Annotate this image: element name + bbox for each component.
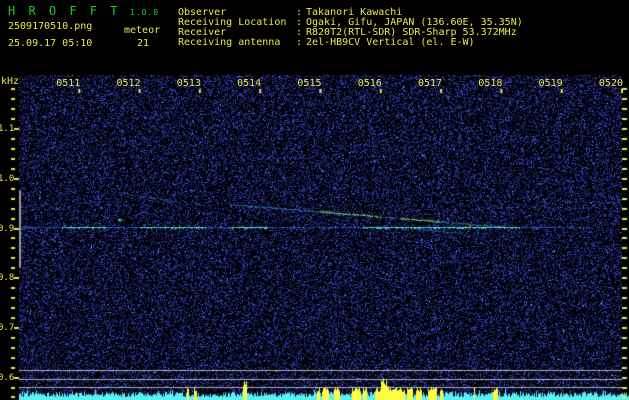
time-tick-label: 0512 bbox=[116, 78, 141, 89]
freq-tick-label: 0.9 bbox=[0, 223, 15, 234]
meteor-count: 21 bbox=[137, 38, 150, 49]
info-value: 2el-HB9CV Vertical (el. E-W) bbox=[306, 37, 475, 48]
station-info: Observer: Takanori Kawachi Receiving Locat… bbox=[178, 8, 523, 48]
time-tick-label: 0513 bbox=[176, 78, 201, 89]
spectrogram-canvas bbox=[0, 0, 629, 400]
freq-tick-label: 0.8 bbox=[0, 273, 15, 284]
time-tick-label: 0511 bbox=[56, 78, 81, 89]
observation-datetime: 25.09.17 05:10 bbox=[8, 38, 93, 49]
station-info-row: Receiving antenna:2el-HB9CV Vertical (el… bbox=[178, 38, 523, 48]
frequency-unit-label: kHz bbox=[1, 76, 20, 87]
time-tick-label: 0518 bbox=[478, 78, 503, 89]
mode-label: meteor bbox=[124, 25, 161, 36]
hrofft-window: H R O F F T 1.0.0 2509170510.png meteor … bbox=[0, 0, 629, 400]
output-filename: 2509170510.png bbox=[8, 21, 93, 32]
freq-tick-label: 1.1 bbox=[0, 124, 15, 135]
time-tick-label: 0516 bbox=[357, 78, 382, 89]
time-tick-label: 0520 bbox=[598, 78, 623, 89]
info-label: Receiving antenna bbox=[178, 37, 281, 48]
time-tick-label: 0519 bbox=[538, 78, 563, 89]
info-separator: : bbox=[296, 37, 303, 48]
time-tick-label: 0514 bbox=[237, 78, 262, 89]
time-tick-label: 0517 bbox=[418, 78, 443, 89]
app-version: 1.0.0 bbox=[130, 8, 160, 17]
freq-tick-label: 1.0 bbox=[0, 173, 15, 184]
freq-tick-label: 0.7 bbox=[0, 322, 15, 333]
time-tick-label: 0515 bbox=[297, 78, 322, 89]
freq-tick-label: 0.6 bbox=[0, 372, 15, 383]
app-title: H R O F F T bbox=[8, 4, 121, 18]
